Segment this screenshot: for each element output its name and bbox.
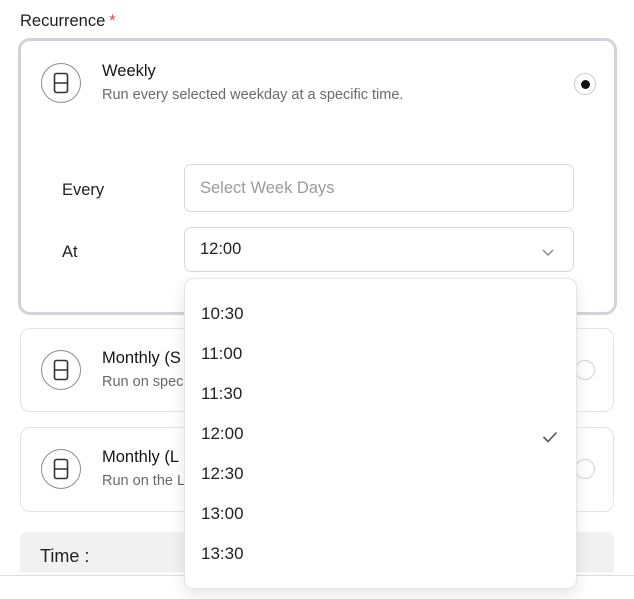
time-option[interactable]: 12:30 [185, 454, 576, 494]
required-asterisk: * [109, 12, 116, 30]
monthly-specific-radio[interactable] [575, 360, 595, 380]
time-option[interactable]: 13:00 [185, 494, 576, 534]
option-description-weekly: Run every selected weekday at a specific… [102, 87, 404, 103]
at-label: At [62, 243, 78, 261]
every-label: Every [62, 181, 105, 199]
hourglass-icon [41, 350, 81, 390]
time-option[interactable]: 10:30 [185, 294, 576, 334]
recurrence-label-text: Recurrence [20, 12, 106, 30]
weekly-radio-selected[interactable] [574, 73, 596, 95]
option-title-monthly-specific: Monthly (S [102, 349, 181, 367]
option-description-monthly-specific: Run on spec [102, 374, 184, 390]
time-option[interactable]: 11:30 [185, 374, 576, 414]
option-title-monthly-last: Monthly (L [102, 448, 180, 466]
recurrence-label: Recurrence * [20, 12, 116, 31]
weekly-option-card[interactable]: Weekly Run every selected weekday at a s… [18, 38, 617, 315]
time-section-label: Time : [40, 546, 90, 566]
time-option-selected[interactable]: 12:00 [185, 414, 576, 454]
time-dropdown-list[interactable]: 10:30 11:00 11:30 12:00 12:30 13:00 13:3… [184, 278, 577, 589]
time-option[interactable]: 11:00 [185, 334, 576, 374]
option-description-monthly-last: Run on the L [102, 473, 186, 489]
check-icon [542, 428, 558, 448]
hourglass-icon [41, 449, 81, 489]
chevron-down-icon[interactable] [541, 243, 555, 262]
monthly-last-radio[interactable] [575, 459, 595, 479]
hourglass-icon [41, 63, 81, 103]
time-select-input[interactable]: 12:00 [184, 227, 574, 272]
time-select-value: 12:00 [200, 240, 242, 258]
time-option[interactable]: 13:30 [185, 534, 576, 574]
option-title-weekly: Weekly [102, 62, 156, 80]
time-option-selected-label: 12:00 [201, 424, 244, 443]
weekdays-select-input[interactable]: Select Week Days [184, 164, 574, 212]
